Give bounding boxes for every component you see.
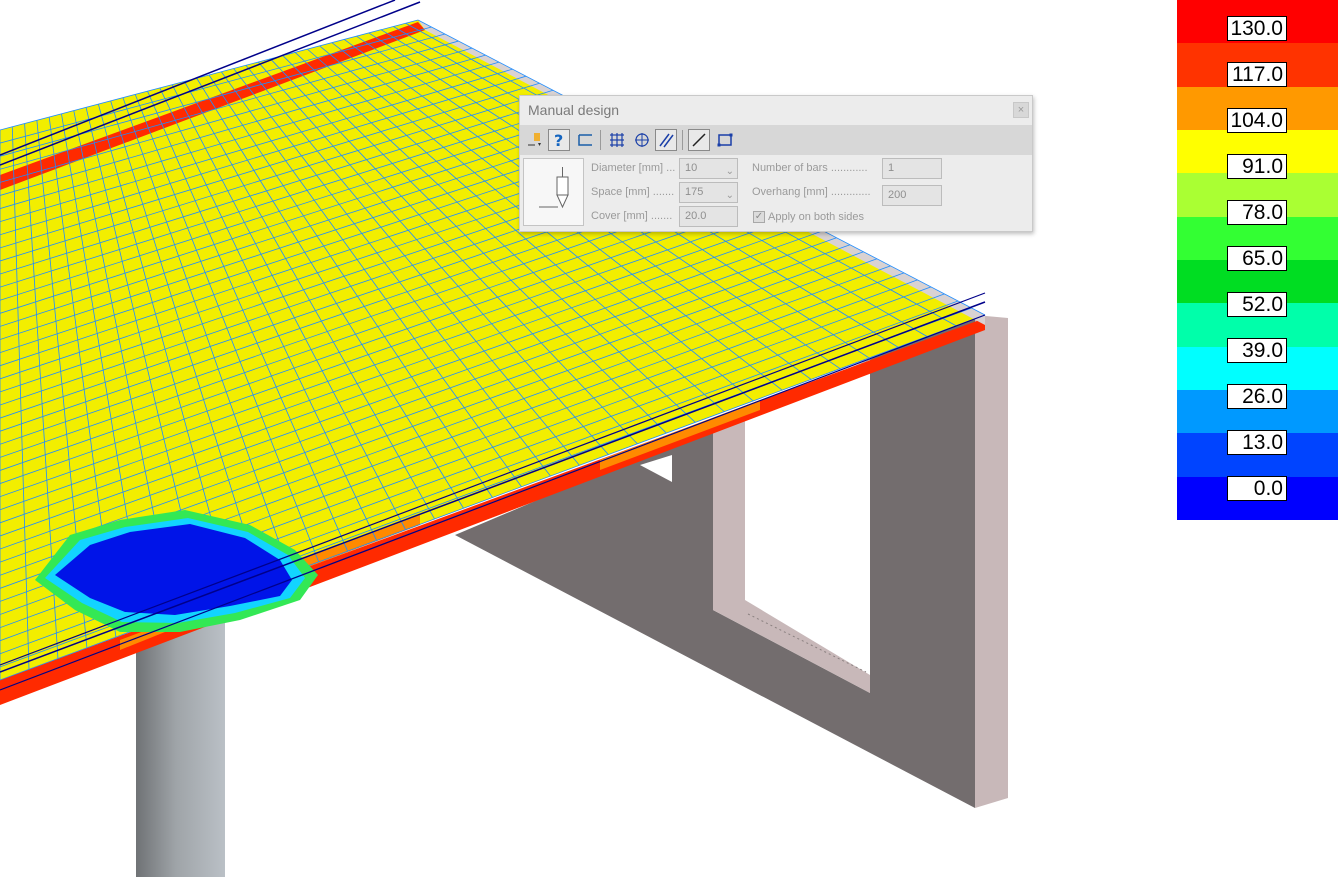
bar-preview-icon	[539, 167, 569, 209]
rectangle-tool-icon[interactable]	[714, 129, 736, 151]
diameter-value: 10	[685, 162, 698, 174]
wall-opening-jamb	[713, 410, 745, 620]
cover-value: 20.0	[685, 210, 707, 222]
cover-field[interactable]: 20.0	[679, 206, 738, 227]
diameter-label: Diameter [mm] ...	[591, 162, 676, 174]
bar-shape-icon[interactable]	[574, 129, 596, 151]
legend-tick-label: 26.0	[1227, 384, 1287, 409]
space-value: 175	[685, 186, 704, 198]
overhang-label: Overhang [mm] .............	[752, 186, 871, 198]
legend-tick-label: 130.0	[1227, 16, 1287, 41]
bar-preview-image	[523, 158, 584, 226]
number-of-bars-field[interactable]: 1	[882, 158, 942, 179]
circular-mesh-icon[interactable]	[631, 129, 653, 151]
close-button[interactable]: ×	[1013, 102, 1029, 118]
legend-tick-label: 104.0	[1227, 108, 1287, 133]
legend-tick-label: 65.0	[1227, 246, 1287, 271]
dialog-toolbar: ?	[520, 125, 1032, 155]
help-icon[interactable]: ?	[548, 129, 570, 151]
chevron-down-icon: ⌄	[725, 190, 734, 201]
space-select[interactable]: 175 ⌄	[679, 182, 738, 203]
manual-design-dialog[interactable]: Manual design × ? Diameter [mm] ... 10 ⌄…	[519, 95, 1033, 232]
parallel-bars-icon[interactable]	[655, 129, 677, 151]
space-label: Space [mm] .......	[591, 186, 675, 198]
apply-both-sides-label: Apply on both sides	[768, 211, 865, 223]
number-of-bars-label: Number of bars ............	[752, 162, 868, 174]
number-of-bars-value: 1	[888, 162, 895, 174]
svg-text:?: ?	[554, 131, 563, 149]
overhang-field[interactable]: 200	[882, 185, 942, 206]
legend-tick-label: 78.0	[1227, 200, 1287, 225]
legend-tick-label: 13.0	[1227, 430, 1287, 455]
overhang-value: 200	[888, 189, 907, 201]
chevron-down-icon: ⌄	[725, 166, 734, 177]
legend-tick-label: 117.0	[1227, 62, 1287, 87]
mesh-grid-icon[interactable]	[606, 129, 628, 151]
color-scale-legend: 130.0 117.0 104.0 91.0 78.0 65.0 52.0 39.0 26.0 1…	[1177, 0, 1338, 521]
dialog-title: Manual design	[528, 102, 620, 118]
diameter-select[interactable]: 10 ⌄	[679, 158, 738, 179]
legend-tick-label: 39.0	[1227, 338, 1287, 363]
legend-tick-label: 0.0	[1227, 476, 1287, 501]
apply-both-sides-checkbox[interactable]: ✓	[753, 211, 765, 223]
pointer-tool-icon[interactable]	[524, 129, 546, 151]
line-tool-icon[interactable]	[688, 129, 710, 151]
legend-tick-label: 52.0	[1227, 292, 1287, 317]
cover-label: Cover [mm] .......	[591, 210, 673, 222]
wall-end	[975, 315, 1008, 808]
legend-tick-label: 91.0	[1227, 154, 1287, 179]
